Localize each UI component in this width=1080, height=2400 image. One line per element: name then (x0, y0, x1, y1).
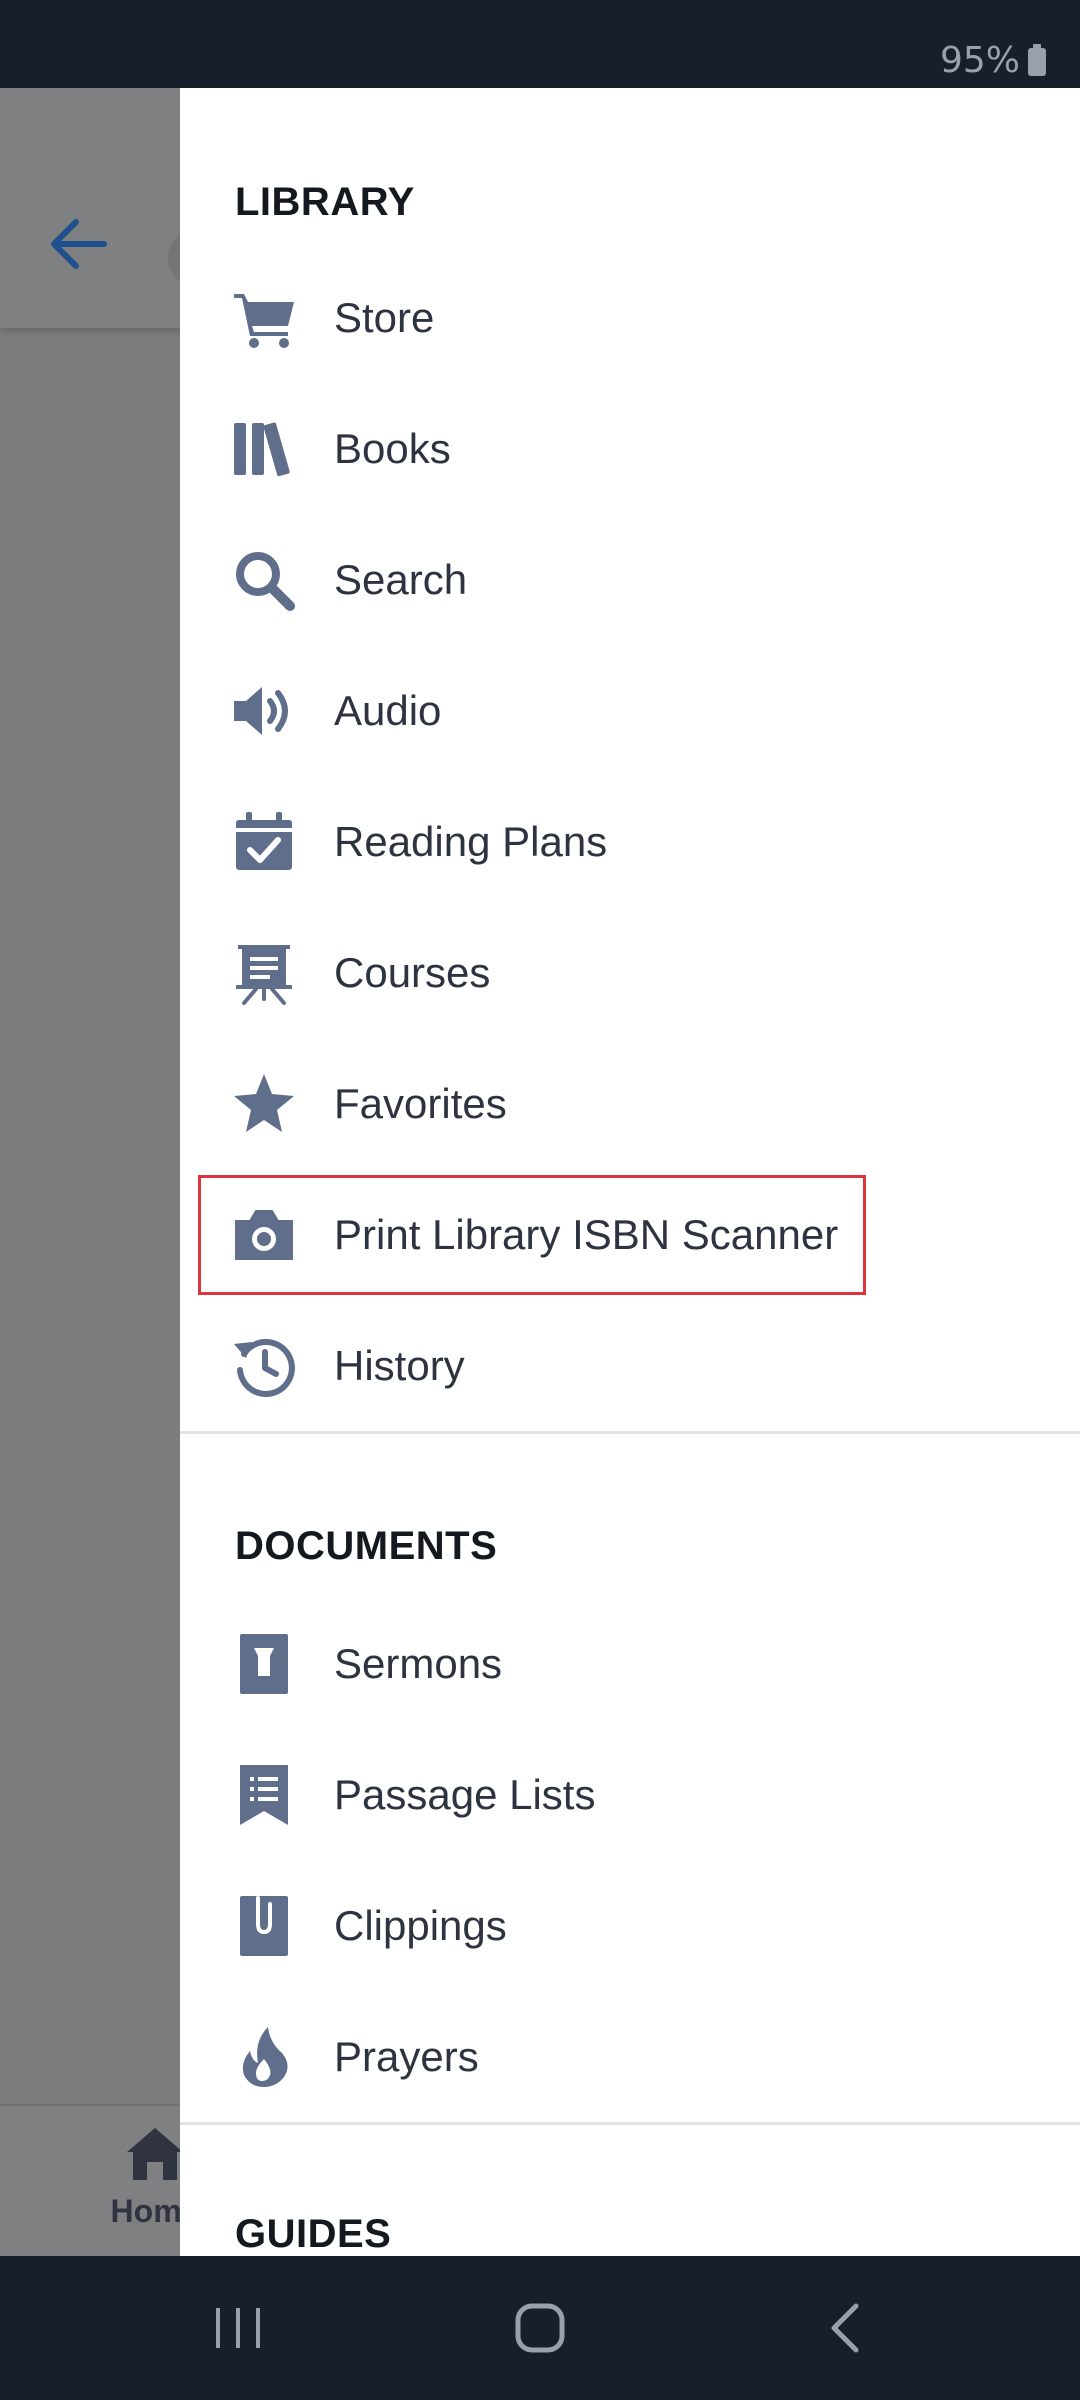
calendar-check-icon (232, 810, 296, 874)
menu-item-label: Sermons (334, 1639, 503, 1687)
menu-item-history[interactable]: History (180, 1300, 1080, 1431)
menu-item-label: Passage Lists (334, 1770, 596, 1818)
menu-item-label: Audio (334, 686, 442, 734)
back-button-icon[interactable] (806, 2298, 886, 2358)
section-divider (180, 1431, 1080, 1434)
menu-item-reading-plans[interactable]: Reading Plans (180, 776, 1080, 907)
menu-item-courses[interactable]: Courses (180, 907, 1080, 1038)
menu-item-label: Favorites (334, 1079, 507, 1127)
menu-item-label: Prayers (334, 2032, 479, 2080)
battery-indicator: 95% (939, 39, 1046, 81)
menu-item-label: Books (334, 424, 451, 472)
section-divider (180, 2122, 1080, 2125)
back-arrow-icon (51, 219, 107, 269)
menu-item-label: Clippings (334, 1901, 507, 1949)
search-icon (232, 548, 296, 612)
menu-item-label: Search (334, 555, 468, 603)
books-icon (232, 417, 296, 481)
section-title-documents: DOCUMENTS (235, 1524, 498, 1568)
menu-item-favorites[interactable]: Favorites (180, 1038, 1080, 1169)
menu-item-label: Reading Plans (334, 817, 608, 865)
battery-percentage: 95% (939, 39, 1020, 81)
cart-icon (232, 286, 296, 350)
navigation-drawer: LIBRARY Store Books Search Audio Reading… (180, 88, 1080, 2256)
section-title-library: LIBRARY (235, 180, 415, 224)
recent-apps-icon[interactable] (198, 2298, 278, 2358)
battery-icon (1028, 44, 1046, 76)
home-button-icon[interactable] (500, 2298, 580, 2358)
menu-item-print-library-isbn-scanner[interactable]: Print Library ISBN Scanner (180, 1169, 1080, 1300)
menu-item-label: Print Library ISBN Scanner (334, 1210, 839, 1258)
flame-icon (232, 2025, 296, 2089)
menu-item-sermons[interactable]: Sermons (180, 1598, 1080, 1729)
pulpit-icon (232, 1632, 296, 1696)
menu-item-label: Store (334, 293, 435, 341)
menu-item-audio[interactable]: Audio (180, 645, 1080, 776)
bookmark-list-icon (232, 1763, 296, 1827)
menu-item-clippings[interactable]: Clippings (180, 1860, 1080, 1991)
menu-item-search[interactable]: Search (180, 514, 1080, 645)
section-title-guides: GUIDES (235, 2212, 392, 2256)
menu-item-store[interactable]: Store (180, 252, 1080, 383)
speaker-icon (232, 679, 296, 743)
menu-item-passage-lists[interactable]: Passage Lists (180, 1729, 1080, 1860)
status-bar: 95% (0, 0, 1080, 88)
camera-icon (232, 1203, 296, 1267)
menu-item-label: History (334, 1341, 465, 1389)
home-icon (127, 2128, 183, 2180)
star-icon (232, 1072, 296, 1136)
menu-item-label: Courses (334, 948, 491, 996)
menu-item-books[interactable]: Books (180, 383, 1080, 514)
easel-icon (232, 941, 296, 1005)
system-navigation-bar (0, 2256, 1080, 2400)
menu-item-prayers[interactable]: Prayers (180, 1991, 1080, 2122)
history-icon (232, 1334, 296, 1398)
clipping-icon (232, 1894, 296, 1958)
